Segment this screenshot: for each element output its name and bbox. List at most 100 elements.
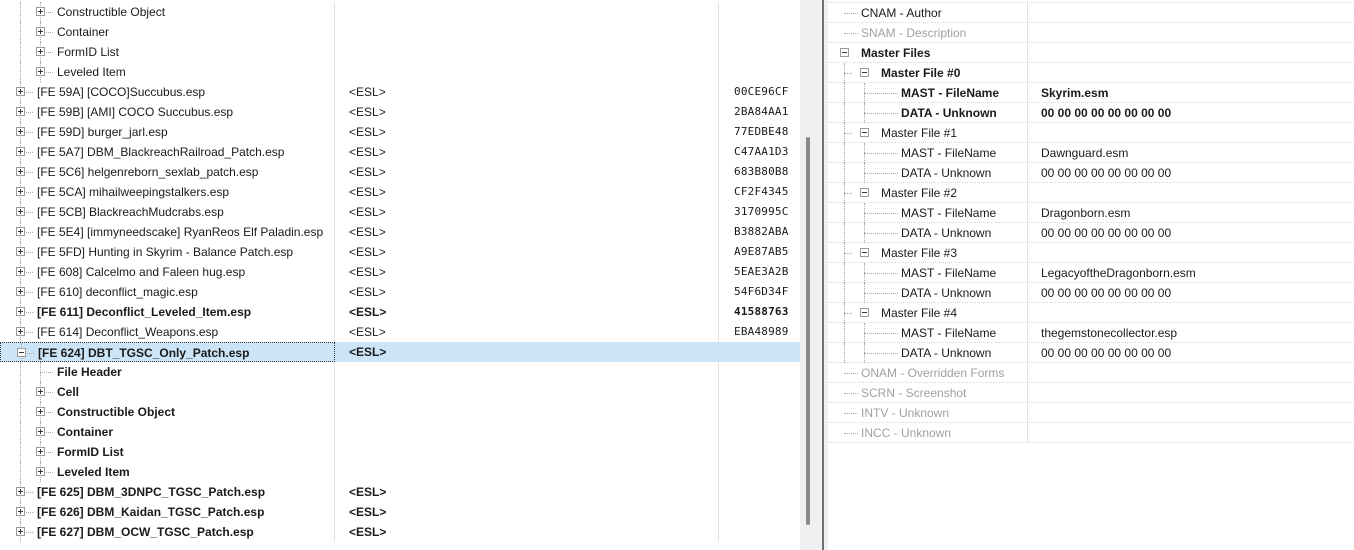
minus-box-icon[interactable]: [860, 308, 869, 317]
plus-box-icon[interactable]: [36, 7, 45, 16]
record-field-value[interactable]: 00 00 00 00 00 00 00 00: [1029, 163, 1354, 183]
minus-box-icon[interactable]: [17, 348, 26, 357]
record-field-value[interactable]: [1029, 423, 1354, 443]
plus-box-icon[interactable]: [36, 27, 45, 36]
record-field-row[interactable]: MAST - FileName Dragonborn.esm: [828, 203, 1354, 223]
vertical-scrollbar[interactable]: [800, 0, 817, 550]
record-field-value[interactable]: thegemstonecollector.esp: [1029, 323, 1354, 343]
record-field-row[interactable]: MAST - FileName LegacyoftheDragonborn.esm: [828, 263, 1354, 283]
plus-box-icon[interactable]: [36, 427, 45, 436]
minus-box-icon[interactable]: [840, 48, 849, 57]
record-field-row[interactable]: DATA - Unknown 00 00 00 00 00 00 00 00: [828, 283, 1354, 303]
plugin-row[interactable]: [FE 614] Deconflict_Weapons.esp <ESL> EBA4…: [0, 322, 800, 342]
plugin-group-row[interactable]: FormID List: [0, 442, 800, 462]
record-field-value[interactable]: [1029, 23, 1354, 43]
scrollbar-thumb[interactable]: [806, 137, 810, 525]
plus-box-icon[interactable]: [36, 447, 45, 456]
plus-box-icon[interactable]: [16, 507, 25, 516]
plugin-tree-view[interactable]: Constructible Object Container FormID List…: [0, 0, 800, 550]
record-field-row[interactable]: INTV - Unknown: [828, 403, 1354, 423]
record-field-row[interactable]: Master Files: [828, 43, 1354, 63]
record-field-value[interactable]: LegacyoftheDragonborn.esm: [1029, 263, 1354, 283]
record-field-value[interactable]: 00 00 00 00 00 00 00 00: [1029, 223, 1354, 243]
record-field-value[interactable]: [1029, 303, 1354, 323]
record-field-row[interactable]: DATA - Unknown 00 00 00 00 00 00 00 00: [828, 103, 1354, 123]
plus-box-icon[interactable]: [36, 467, 45, 476]
record-field-value[interactable]: [1029, 243, 1354, 263]
plugin-group-row[interactable]: Container: [0, 422, 800, 442]
plugin-row[interactable]: [FE 611] Deconflict_Leveled_Item.esp <ESL…: [0, 302, 800, 322]
plugin-row[interactable]: [FE 5CB] BlackreachMudcrabs.esp <ESL> 3170…: [0, 202, 800, 222]
record-field-row[interactable]: CNAM - Author: [828, 3, 1354, 23]
minus-box-icon[interactable]: [860, 248, 869, 257]
record-field-row[interactable]: Master File #2: [828, 183, 1354, 203]
minus-box-icon[interactable]: [860, 128, 869, 137]
plugin-row[interactable]: [FE 5FD] Hunting in Skyrim - Balance Pat…: [0, 242, 800, 262]
plus-box-icon[interactable]: [16, 87, 25, 96]
record-field-value[interactable]: [1029, 383, 1354, 403]
record-field-row[interactable]: MAST - FileName thegemstonecollector.esp: [828, 323, 1354, 343]
plugin-row[interactable]: [FE 5E4] [immyneedscake] RyanReos Elf Pa…: [0, 222, 800, 242]
plus-box-icon[interactable]: [36, 47, 45, 56]
plugin-group-row[interactable]: Leveled Item: [0, 462, 800, 482]
plus-box-icon[interactable]: [16, 247, 25, 256]
plugin-row[interactable]: [FE 59B] [AMI] COCO Succubus.esp <ESL> 2BA…: [0, 102, 800, 122]
record-field-value[interactable]: [1029, 183, 1354, 203]
record-field-value[interactable]: [1029, 3, 1354, 23]
record-field-row[interactable]: SNAM - Description: [828, 23, 1354, 43]
record-field-value[interactable]: 00 00 00 00 00 00 00 00: [1029, 343, 1354, 363]
plugin-row[interactable]: [FE 610] deconflict_magic.esp <ESL> 54F6D3…: [0, 282, 800, 302]
record-field-value[interactable]: [1029, 43, 1354, 63]
record-field-row[interactable]: DATA - Unknown 00 00 00 00 00 00 00 00: [828, 223, 1354, 243]
plus-box-icon[interactable]: [16, 287, 25, 296]
plus-box-icon[interactable]: [16, 187, 25, 196]
plugin-row[interactable]: [FE 625] DBM_3DNPC_TGSC_Patch.esp <ESL>: [0, 482, 800, 502]
record-field-row[interactable]: MAST - FileName Dawnguard.esm: [828, 143, 1354, 163]
record-field-value[interactable]: Dragonborn.esm: [1029, 203, 1354, 223]
record-field-row[interactable]: INCC - Unknown: [828, 423, 1354, 443]
plus-box-icon[interactable]: [16, 167, 25, 176]
plugin-group-row[interactable]: Leveled Item: [0, 62, 800, 82]
record-field-value[interactable]: [1029, 403, 1354, 423]
record-field-row[interactable]: Master File #3: [828, 243, 1354, 263]
record-field-row[interactable]: MAST - FileName Skyrim.esm: [828, 83, 1354, 103]
minus-box-icon[interactable]: [860, 188, 869, 197]
record-field-row[interactable]: ONAM - Overridden Forms: [828, 363, 1354, 383]
plus-box-icon[interactable]: [16, 327, 25, 336]
plugin-row[interactable]: [FE 608] Calcelmo and Faleen hug.esp <ESL…: [0, 262, 800, 282]
plugin-group-row[interactable]: Container: [0, 22, 800, 42]
plus-box-icon[interactable]: [16, 227, 25, 236]
plugin-group-row[interactable]: File Header: [0, 362, 800, 382]
plugin-group-row[interactable]: Constructible Object: [0, 402, 800, 422]
record-field-row[interactable]: SCRN - Screenshot: [828, 383, 1354, 403]
record-field-value[interactable]: 00 00 00 00 00 00 00 00: [1029, 283, 1354, 303]
plugin-row[interactable]: [FE 626] DBM_Kaidan_TGSC_Patch.esp <ESL>: [0, 502, 800, 522]
plugin-row[interactable]: [FE 627] DBM_OCW_TGSC_Patch.esp <ESL>: [0, 522, 800, 542]
record-field-row[interactable]: DATA - Unknown 00 00 00 00 00 00 00 00: [828, 163, 1354, 183]
plus-box-icon[interactable]: [36, 67, 45, 76]
plus-box-icon[interactable]: [16, 147, 25, 156]
minus-box-icon[interactable]: [860, 68, 869, 77]
record-field-value[interactable]: [1029, 363, 1354, 383]
plugin-row[interactable]: [FE 5CA] mihailweepingstalkers.esp <ESL> C…: [0, 182, 800, 202]
record-field-value[interactable]: [1029, 63, 1354, 83]
plus-box-icon[interactable]: [16, 207, 25, 216]
plus-box-icon[interactable]: [16, 267, 25, 276]
record-field-value[interactable]: 00 00 00 00 00 00 00 00: [1029, 103, 1354, 123]
plus-box-icon[interactable]: [16, 127, 25, 136]
plugin-row[interactable]: [FE 59D] burger_jarl.esp <ESL> 77EDBE48: [0, 122, 800, 142]
record-field-value[interactable]: Skyrim.esm: [1029, 83, 1354, 103]
record-field-row[interactable]: Master File #0: [828, 63, 1354, 83]
plugin-group-row[interactable]: Cell: [0, 382, 800, 402]
plus-box-icon[interactable]: [36, 407, 45, 416]
record-field-row[interactable]: Master File #1: [828, 123, 1354, 143]
plus-box-icon[interactable]: [36, 387, 45, 396]
plugin-row[interactable]: [FE 5A7] DBM_BlackreachRailroad_Patch.es…: [0, 142, 800, 162]
plus-box-icon[interactable]: [16, 107, 25, 116]
record-field-value[interactable]: [1029, 123, 1354, 143]
record-field-row[interactable]: DATA - Unknown 00 00 00 00 00 00 00 00: [828, 343, 1354, 363]
plugin-row[interactable]: [FE 59A] [COCO]Succubus.esp <ESL> 00CE96CF: [0, 82, 800, 102]
plus-box-icon[interactable]: [16, 307, 25, 316]
plugin-group-row[interactable]: FormID List: [0, 42, 800, 62]
record-field-row[interactable]: Master File #4: [828, 303, 1354, 323]
